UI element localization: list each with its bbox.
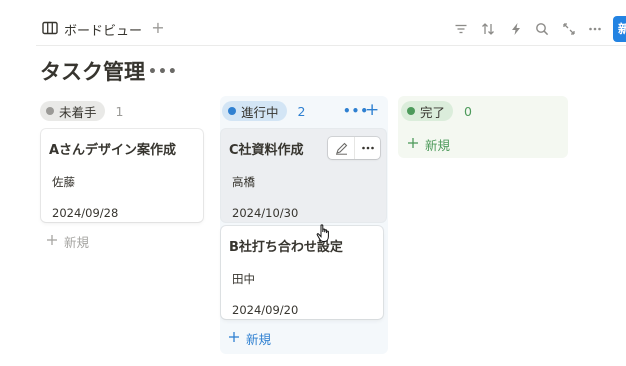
status-label: 完了 — [420, 104, 446, 120]
card-date: 2024/09/28 — [52, 206, 119, 220]
new-item-label: 新規 — [246, 332, 272, 347]
new-item-button-in-progress[interactable]: 新規 — [228, 329, 271, 348]
page-title: タスク管理 — [40, 60, 145, 84]
status-dot-icon — [407, 107, 415, 115]
tab-board-view[interactable]: ボードビュー — [42, 20, 142, 39]
new-item-button-done[interactable]: 新規 — [407, 135, 450, 154]
status-pill: 進行中 — [222, 101, 287, 121]
plus-icon — [407, 137, 419, 152]
new-item-button-not-started[interactable]: 新規 — [46, 232, 89, 251]
column-header-in-progress[interactable]: 進行中 2 — [222, 101, 305, 121]
card-title: Aさんデザイン案作成 — [49, 143, 177, 158]
column-count: 2 — [297, 103, 306, 119]
card-assignee: 田中 — [232, 272, 255, 286]
column-count: 0 — [464, 103, 472, 119]
card-a[interactable]: Aさんデザイン案作成 佐藤 2024/09/28 — [41, 129, 203, 222]
card-title: B社打ち合わせ設定 — [229, 240, 343, 255]
plus-icon — [228, 331, 240, 346]
title-more-button[interactable]: ••• — [148, 64, 178, 80]
new-item-label: 新規 — [425, 138, 451, 153]
automation-icon[interactable] — [508, 21, 524, 37]
tab-board-view-label: ボードビュー — [64, 24, 143, 39]
column-add-button[interactable]: + — [365, 100, 379, 120]
toolbar-divider — [36, 45, 626, 46]
new-item-label: 新規 — [64, 235, 90, 250]
card-assignee: 佐藤 — [52, 175, 75, 189]
add-view-button[interactable]: + — [150, 18, 166, 37]
view-toolbar: ボードビュー + 新規 — [0, 14, 626, 46]
hand-cursor-icon — [316, 224, 332, 244]
search-icon[interactable] — [534, 21, 550, 37]
status-dot-icon — [46, 107, 54, 115]
card-date: 2024/09/20 — [232, 303, 299, 317]
plus-icon — [46, 234, 58, 249]
board-view-icon — [42, 21, 58, 39]
status-dot-icon — [228, 107, 236, 115]
more-icon[interactable] — [587, 21, 603, 37]
card-action-bar — [328, 137, 380, 159]
status-label: 未着手 — [59, 104, 97, 120]
filter-icon[interactable] — [453, 21, 469, 37]
card-c[interactable]: C社資料作成 高橋 2024/10/30 — [221, 129, 386, 222]
edit-icon[interactable] — [328, 137, 354, 159]
column-header-not-started[interactable]: 未着手 1 — [40, 101, 123, 121]
column-header-done[interactable]: 完了 0 — [401, 101, 472, 121]
card-b[interactable]: B社打ち合わせ設定 田中 2024/09/20 — [221, 226, 383, 319]
sort-icon[interactable] — [480, 21, 496, 37]
card-date: 2024/10/30 — [232, 206, 299, 220]
expand-icon[interactable] — [561, 21, 577, 37]
card-assignee: 高橋 — [232, 175, 255, 189]
status-pill: 未着手 — [40, 101, 105, 121]
status-pill: 完了 — [401, 101, 454, 121]
new-button[interactable]: 新規 — [613, 16, 626, 42]
status-label: 進行中 — [241, 104, 279, 120]
card-more-icon[interactable] — [354, 137, 380, 159]
column-count: 1 — [115, 103, 124, 119]
